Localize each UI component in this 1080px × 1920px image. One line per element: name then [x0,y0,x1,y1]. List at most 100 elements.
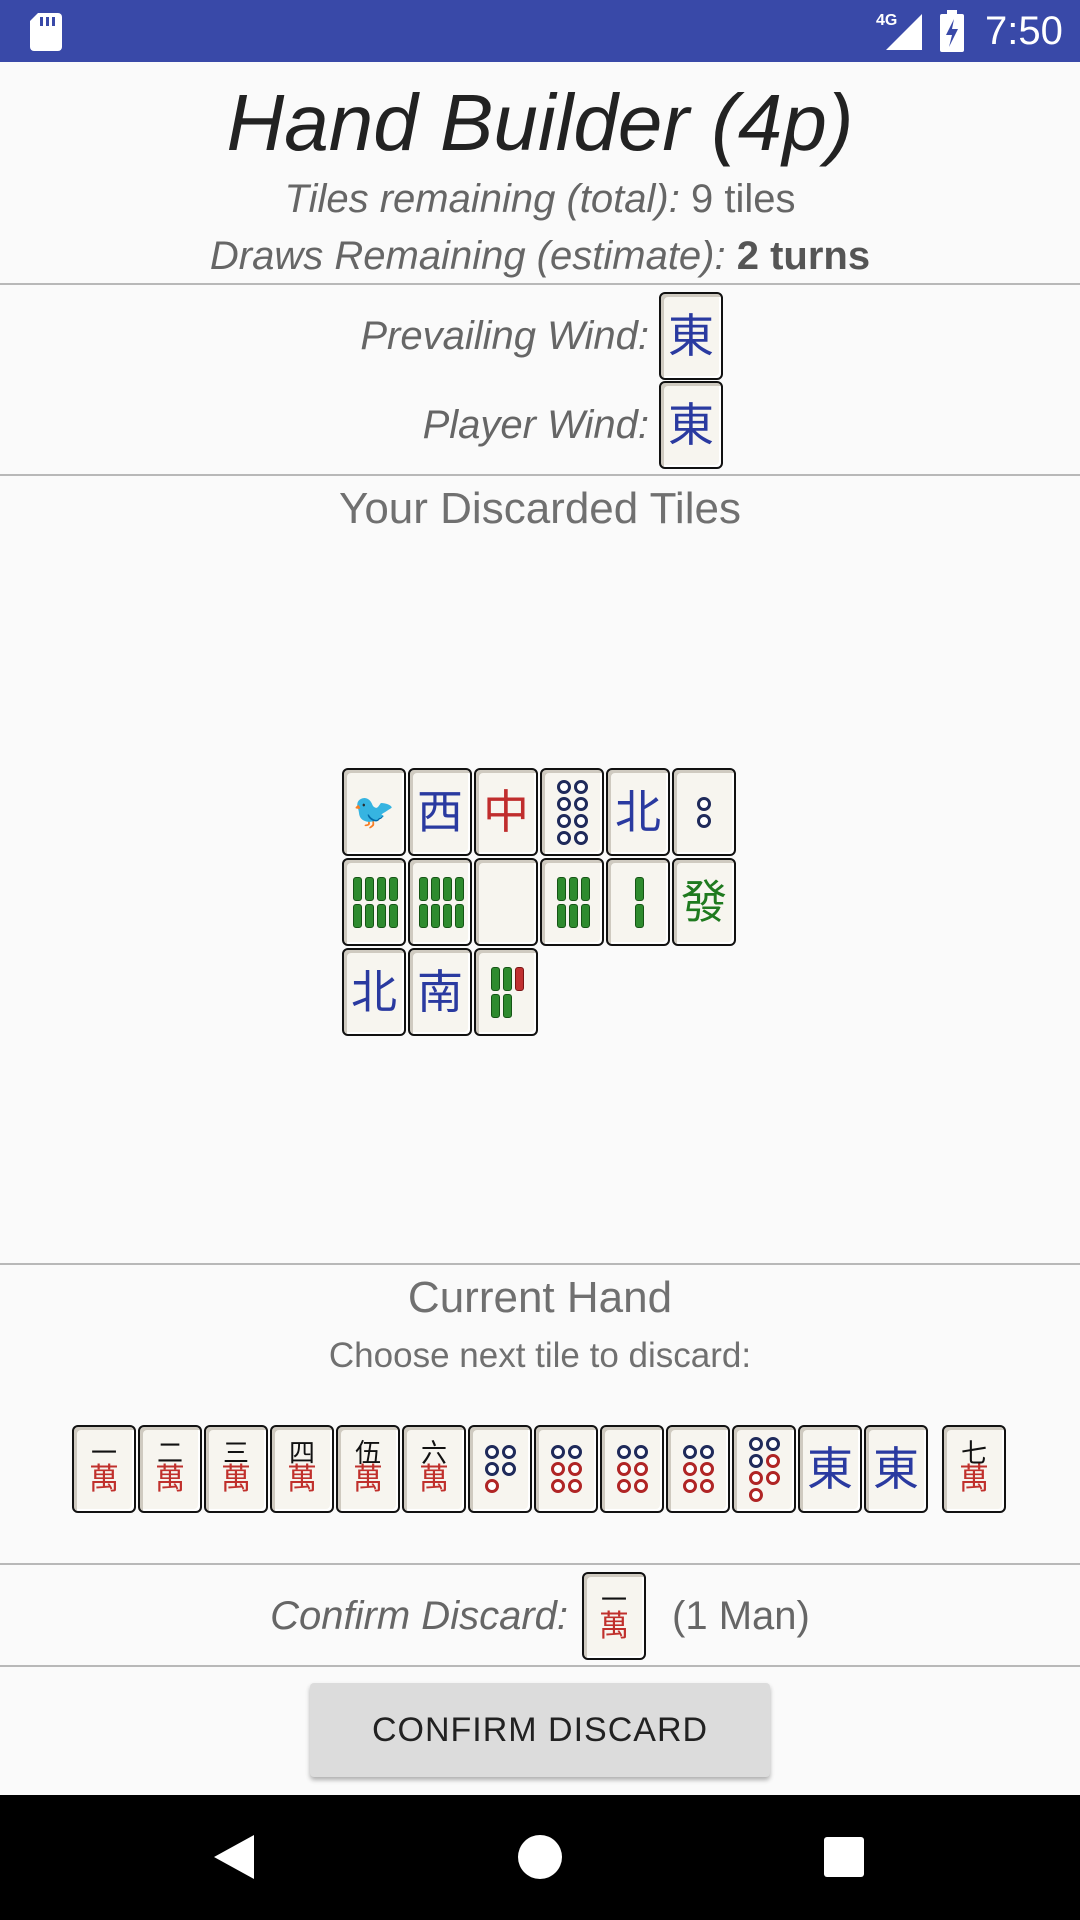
dot [748,1436,763,1451]
dot [682,1445,697,1459]
confirm-discard-button[interactable]: CONFIRM DISCARD [310,1683,770,1777]
prevailing-wind-label: Prevailing Wind: [360,313,649,358]
hand-tile[interactable] [468,1425,532,1513]
discarded-tile: 中 [474,768,538,856]
discarded-tile [342,858,406,946]
player-wind-row: Player Wind: 東 [423,381,723,469]
discarded-tile [540,858,604,946]
discarded-tile [606,858,670,946]
discarded-title: Your Discarded Tiles [339,484,741,533]
bamboo-stick [352,903,362,928]
discarded-tile [408,858,472,946]
current-hand-subtitle: Choose next tile to discard: [328,1336,752,1375]
page-title: Hand Builder (4p) [226,78,854,167]
discarded-tile: 發 [672,858,736,946]
dot [697,796,711,811]
bamboo-stick [568,876,578,901]
man-suffix: 萬 [221,1462,251,1497]
tiles-remaining-label: Tiles remaining (total): [284,177,680,221]
dot-pattern [682,1445,714,1493]
discarded-tile: 北 [606,768,670,856]
divider [0,1563,1080,1565]
dot [616,1462,631,1476]
dot [633,1462,648,1476]
back-icon[interactable] [214,1835,254,1879]
discard-row: 北南 [342,948,742,1036]
bamboo-stick [490,993,500,1018]
dot [484,1462,499,1476]
bamboo-pattern [490,966,524,1018]
bamboo-stick [580,876,590,901]
hand-tile[interactable]: 三萬 [204,1425,268,1513]
hand-tile[interactable]: 二萬 [138,1425,202,1513]
bamboo-stick [352,876,362,901]
discarded-tile [474,858,538,946]
bamboo-pattern [634,876,644,928]
bamboo-stick [430,903,440,928]
player-wind-label: Player Wind: [422,402,649,447]
bamboo-stick [418,876,428,901]
status-bar: 4G 7:50 [0,0,1080,62]
hand-tile[interactable]: 東 [798,1425,862,1513]
hand-tile[interactable] [600,1425,664,1513]
discard-row: 發 [342,858,742,946]
dot [682,1462,697,1476]
hand-tile[interactable] [534,1425,598,1513]
hand-tile[interactable]: 一萬 [72,1425,136,1513]
draws-remaining-label: Draws Remaining (estimate): [209,234,726,278]
bamboo-stick [442,903,452,928]
dot-pattern [697,796,711,828]
hand-tile[interactable]: 東 [864,1425,928,1513]
dot [699,1462,714,1476]
battery-charging-icon [940,10,964,52]
confirm-discard-label: Confirm Discard: [270,1593,569,1638]
bamboo-stick [502,966,512,991]
bamboo-stick [454,876,464,901]
discarded-tile: 北 [342,948,406,1036]
dot-pattern [748,1436,780,1502]
dot [567,1479,582,1493]
navigation-bar [0,1795,1080,1920]
recent-apps-icon[interactable] [824,1837,864,1877]
draws-remaining: Draws Remaining (estimate): 2 turns [0,232,1080,280]
dot-pattern [484,1445,516,1493]
dot [567,1445,582,1459]
hand-tile[interactable] [732,1425,796,1513]
south-wind-glyph: 南 [417,965,463,1019]
home-icon[interactable] [518,1835,562,1879]
prevailing-wind-row: Prevailing Wind: 東 [360,292,723,380]
dot [573,813,588,828]
hand-tile[interactable]: 六萬 [402,1425,466,1513]
dot [748,1487,763,1502]
bamboo-stick [388,903,398,928]
draws-remaining-value: 2 turns [736,234,871,278]
hand-tile[interactable]: 伍萬 [336,1425,400,1513]
bamboo-stick [634,903,644,928]
dot [616,1479,631,1493]
dot [550,1479,565,1493]
bamboo-stick [376,876,386,901]
dot [633,1445,648,1459]
hand-tile[interactable] [666,1425,730,1513]
hand-tile[interactable]: 四萬 [270,1425,334,1513]
drawn-tile[interactable]: 七萬 [942,1425,1006,1513]
current-hand-title: Current Hand [407,1273,673,1322]
man-suffix: 萬 [959,1462,989,1497]
divider [0,1263,1080,1265]
dot [550,1462,565,1476]
dot [501,1445,516,1459]
clock: 7:50 [985,9,1063,53]
north-wind-glyph: 北 [615,785,661,839]
bamboo-stick [634,876,644,901]
dot [765,1453,780,1468]
dot [550,1445,565,1459]
dot [697,813,711,828]
tiles-remaining-value: 9 tiles [690,177,796,221]
confirm-discard-row: Confirm Discard: 一萬 (1 Man) [0,1572,1080,1660]
discarded-tile: 🐦 [342,768,406,856]
sd-card-icon [30,13,62,51]
bamboo-stick [556,876,566,901]
bamboo-stick [418,903,428,928]
bird-icon: 🐦 [352,792,396,832]
man-suffix: 萬 [89,1462,119,1497]
